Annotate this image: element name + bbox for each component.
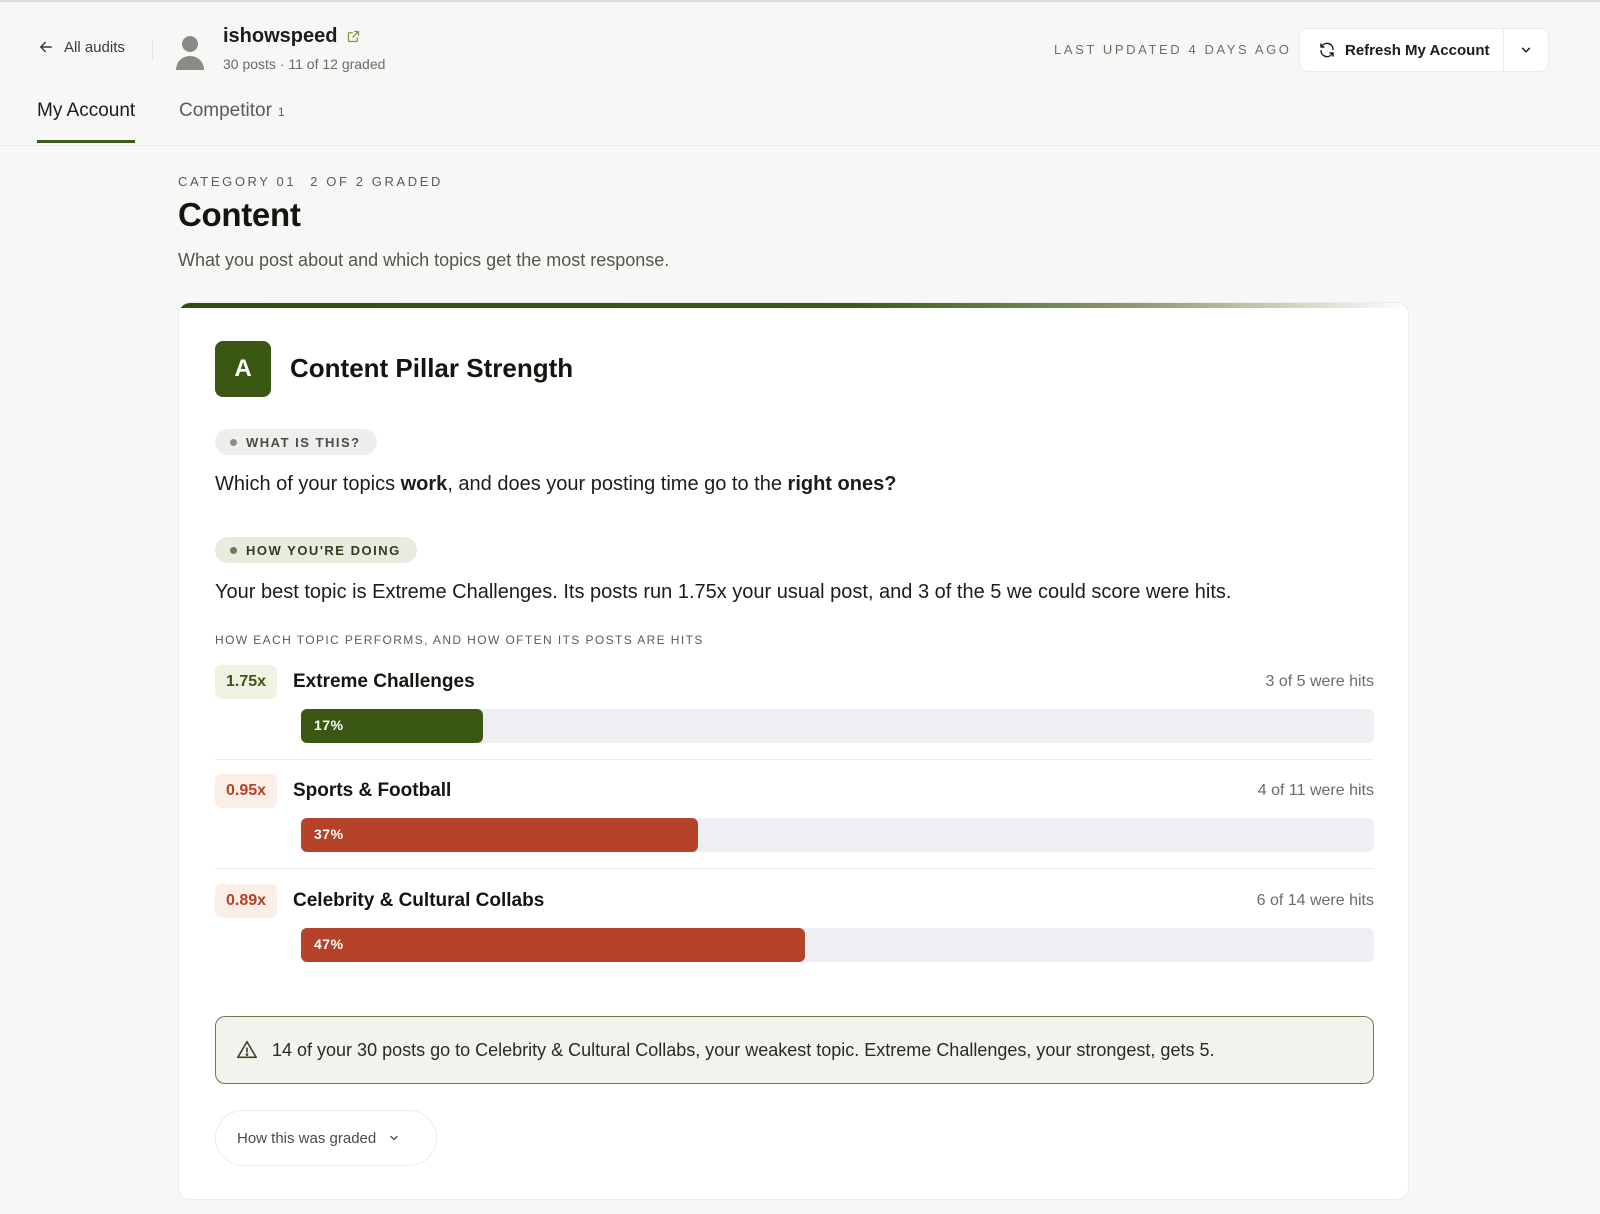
chevron-down-icon — [1521, 47, 1531, 53]
tab-label: My Account — [37, 100, 136, 121]
topic-multiplier: 1.75x — [215, 665, 278, 699]
account-name-text: ishowspeed — [223, 25, 338, 47]
topic-share-label: 37% — [314, 826, 344, 842]
card-accent-bar — [179, 303, 1408, 308]
tab-count-badge: 1 — [277, 105, 285, 119]
external-link-icon[interactable] — [346, 29, 361, 44]
topic-share-label: 47% — [314, 936, 344, 952]
alert-text: 14 of your 30 posts go to Celebrity & Cu… — [272, 1039, 1215, 1060]
topic-divider — [215, 868, 1374, 869]
tab-label: Competitor — [179, 100, 272, 121]
account-tabs: My Account Competitor 1 — [0, 92, 1600, 146]
topic-share-fill: 47% — [301, 928, 806, 962]
category-description: What you post about and which topics get… — [178, 250, 670, 270]
topic-share-track: 17% — [301, 709, 1374, 743]
refresh-options-dropdown[interactable] — [1504, 29, 1548, 71]
all-audits-label: All audits — [64, 38, 125, 56]
category-eyebrow: CATEGORY 01 2 OF 2 GRADED — [178, 174, 443, 189]
category-graded-count: 2 OF 2 GRADED — [310, 174, 443, 189]
pill-dot — [230, 546, 237, 554]
account-name: ishowspeed — [223, 25, 361, 48]
category-number: CATEGORY 01 — [178, 174, 297, 189]
arrow-left-icon — [40, 41, 52, 53]
what-text-bold: work — [400, 473, 448, 495]
how-youre-doing-text: Your best topic is Extreme Challenges. I… — [215, 581, 1232, 603]
refresh-button-group: Refresh My Account — [1299, 28, 1549, 72]
what-text-bold: right ones? — [787, 473, 897, 495]
header-divider — [152, 40, 153, 60]
topic-multiplier: 0.95x — [215, 774, 278, 808]
pill-label: WHAT IS THIS? — [246, 434, 361, 450]
avatar-icon — [176, 36, 204, 70]
topic-chart-caption: HOW EACH TOPIC PERFORMS, AND HOW OFTEN I… — [215, 633, 704, 647]
topic-name: Sports & Football — [293, 780, 452, 801]
topic-share-fill: 37% — [301, 818, 698, 852]
how-graded-label: How this was graded — [237, 1129, 377, 1147]
content-pillar-card: A Content Pillar Strength WHAT IS THIS? … — [178, 302, 1409, 1200]
topic-name: Celebrity & Cultural Collabs — [293, 890, 545, 911]
refresh-label: Refresh My Account — [1345, 41, 1490, 59]
topic-share-track: 47% — [301, 928, 1374, 962]
all-audits-link[interactable]: All audits — [37, 38, 125, 56]
topic-share-label: 17% — [314, 717, 344, 733]
category-title: Content — [178, 196, 301, 233]
topic-share-track: 37% — [301, 818, 1374, 852]
refresh-icon — [1320, 42, 1334, 58]
what-is-this-pill: WHAT IS THIS? — [215, 429, 377, 455]
refresh-account-button[interactable]: Refresh My Account — [1300, 29, 1504, 71]
grade-badge: A — [215, 341, 271, 397]
chevron-down-icon — [390, 1135, 398, 1141]
what-text-part: Which of your topics — [215, 473, 401, 495]
topic-share-fill: 17% — [301, 709, 484, 743]
how-graded-toggle[interactable]: How this was graded — [215, 1110, 437, 1166]
what-is-this-text: Which of your topics work, and does your… — [215, 473, 896, 496]
what-text-part: , and does your posting time go to the — [447, 473, 788, 495]
pill-dot — [230, 438, 237, 446]
last-updated: LAST UPDATED 4 DAYS AGO — [1054, 42, 1292, 57]
tab-my-account[interactable]: My Account — [37, 100, 136, 143]
topic-hits: 4 of 11 were hits — [1257, 782, 1374, 799]
how-youre-doing-pill: HOW YOU'RE DOING — [215, 537, 417, 563]
tab-competitor[interactable]: Competitor 1 — [179, 100, 285, 140]
topic-divider — [215, 759, 1374, 760]
topic-hits: 6 of 14 were hits — [1256, 892, 1374, 909]
audit-header: All audits ishowspeed 30 posts · 11 of 1… — [0, 2, 1600, 92]
warning-icon — [237, 1040, 257, 1059]
topic-multiplier: 0.89x — [215, 884, 278, 918]
pill-label: HOW YOU'RE DOING — [246, 542, 401, 558]
insight-alert: 14 of your 30 posts go to Celebrity & Cu… — [215, 1016, 1374, 1084]
card-title: Content Pillar Strength — [290, 353, 574, 383]
account-meta: 30 posts · 11 of 12 graded — [223, 56, 386, 72]
topic-name: Extreme Challenges — [293, 671, 475, 692]
topic-hits: 3 of 5 were hits — [1265, 673, 1375, 690]
